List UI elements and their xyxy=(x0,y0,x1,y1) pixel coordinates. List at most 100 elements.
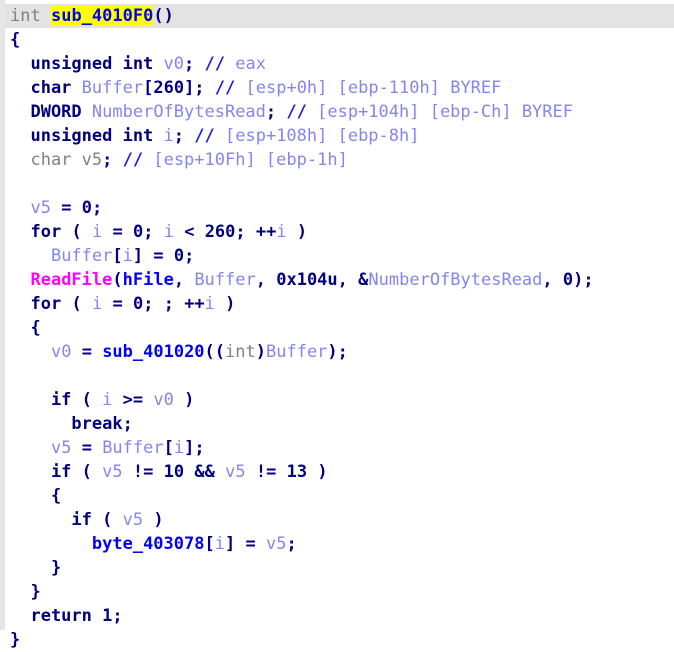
code-punctuation: ; xyxy=(91,198,103,218)
code-line[interactable]: DWORD NumberOfBytesRead; // [esp+104h] [… xyxy=(0,100,674,124)
code-punctuation: , xyxy=(173,270,185,290)
code-punctuation: = xyxy=(153,246,164,266)
code-punctuation: , xyxy=(337,270,348,290)
code-local-variable[interactable]: v5 xyxy=(102,462,122,482)
code-punctuation: ) xyxy=(225,294,236,314)
code-line[interactable]: return 1; xyxy=(0,604,674,628)
code-local-variable[interactable]: i xyxy=(215,534,225,554)
code-local-variable[interactable]: v0 xyxy=(153,390,173,410)
code-local-variable[interactable]: i xyxy=(123,246,133,266)
code-line[interactable]: { xyxy=(0,484,674,508)
code-local-variable[interactable]: i xyxy=(92,294,102,314)
code-line[interactable]: Buffer[i] = 0; xyxy=(0,244,674,268)
code-keyword: char xyxy=(10,78,72,98)
code-punctuation: = xyxy=(112,294,123,314)
code-punctuation: , xyxy=(255,270,266,290)
code-local-variable[interactable]: i xyxy=(205,294,215,314)
code-line[interactable]: if ( i >= v0 ) xyxy=(0,388,674,412)
code-line-current[interactable]: int sub_4010F0() xyxy=(0,4,674,28)
code-punctuation: ; xyxy=(112,606,123,626)
code-function-name[interactable]: sub_401020 xyxy=(102,342,204,362)
code-global-variable[interactable]: byte_403078 xyxy=(92,534,205,554)
code-line[interactable]: char v5; // [esp+10Fh] [ebp-1h] xyxy=(0,148,674,172)
code-local-variable[interactable]: v5 xyxy=(51,438,71,458)
code-line[interactable]: char Buffer[260]; // [esp+0h] [ebp-110h]… xyxy=(0,76,674,100)
pseudocode-view[interactable]: int sub_4010F0(){ unsigned int v0; // ea… xyxy=(0,0,674,650)
code-line[interactable]: unsigned int i; // [esp+108h] [ebp-8h] xyxy=(0,124,674,148)
code-local-variable[interactable]: NumberOfBytesRead xyxy=(368,270,542,290)
code-line[interactable]: unsigned int v0; // eax xyxy=(0,52,674,76)
code-punctuation: ); xyxy=(573,270,594,290)
code-line[interactable]: ReadFile(hFile, Buffer, 0x104u, &NumberO… xyxy=(0,268,674,292)
pseudocode-code-area[interactable]: int sub_4010F0(){ unsigned int v0; // ea… xyxy=(0,0,674,650)
code-line[interactable]: } xyxy=(0,628,674,652)
code-local-variable[interactable]: i xyxy=(174,438,184,458)
code-line[interactable]: for ( i = 0; i < 260; ++i ) xyxy=(0,220,674,244)
code-punctuation: ; xyxy=(286,534,297,554)
code-local-variable[interactable]: i xyxy=(164,222,174,242)
code-line[interactable]: byte_403078[i] = v5; xyxy=(0,532,674,556)
code-local-variable[interactable]: Buffer xyxy=(266,342,327,362)
code-local-variable[interactable]: v5 xyxy=(266,534,286,554)
code-local-variable[interactable]: Buffer xyxy=(194,270,255,290)
code-line[interactable]: v5 = 0; xyxy=(0,196,674,220)
code-local-variable[interactable]: i xyxy=(92,222,102,242)
code-local-variable[interactable]: i xyxy=(102,390,112,410)
code-local-variable[interactable]: v5 xyxy=(30,198,50,218)
code-punctuation: ]; xyxy=(184,438,205,458)
code-local-variable[interactable]: v5 xyxy=(123,510,143,530)
code-local-variable[interactable]: Buffer xyxy=(102,438,163,458)
code-imported-function[interactable]: ReadFile xyxy=(30,270,112,290)
code-punctuation: != xyxy=(132,462,154,482)
code-local-variable[interactable]: Buffer xyxy=(82,78,143,98)
code-line[interactable]: } xyxy=(0,580,674,604)
code-global-variable[interactable]: hFile xyxy=(123,270,174,290)
code-punctuation: >= xyxy=(122,390,144,410)
code-line[interactable]: v0 = sub_401020((int)Buffer); xyxy=(0,340,674,364)
code-local-variable[interactable]: NumberOfBytesRead xyxy=(92,102,266,122)
code-local-variable[interactable]: i xyxy=(276,222,286,242)
code-punctuation: ) xyxy=(296,222,308,242)
code-line[interactable]: break; xyxy=(0,412,674,436)
code-local-variable[interactable]: v5 xyxy=(225,462,245,482)
code-line[interactable]: } xyxy=(0,556,674,580)
code-number: 0 xyxy=(173,246,185,266)
code-local-variable[interactable]: Buffer xyxy=(51,246,112,266)
code-local-variable[interactable]: v0 xyxy=(51,342,71,362)
code-function-name[interactable]: sub_4010F0 xyxy=(50,6,154,26)
code-line[interactable]: v5 = Buffer[i]; xyxy=(0,436,674,460)
code-line[interactable]: if ( v5 != 10 && v5 != 13 ) xyxy=(0,460,674,484)
code-line[interactable]: for ( i = 0; ; ++i ) xyxy=(0,292,674,316)
code-punctuation: ( xyxy=(81,462,92,482)
code-punctuation: [ xyxy=(112,246,123,266)
code-number: 260 xyxy=(204,222,236,242)
code-punctuation: = xyxy=(245,534,256,554)
code-line[interactable] xyxy=(0,172,674,196)
code-line[interactable]: if ( v5 ) xyxy=(0,508,674,532)
code-punctuation: ; xyxy=(184,246,195,266)
code-punctuation: ) xyxy=(255,342,266,362)
code-comment-marker: // xyxy=(204,54,226,74)
code-local-variable[interactable]: i xyxy=(164,126,174,146)
code-line[interactable] xyxy=(0,364,674,388)
code-punctuation: ; xyxy=(163,294,174,314)
code-local-variable[interactable]: v0 xyxy=(164,54,184,74)
code-line[interactable]: { xyxy=(0,28,674,52)
code-comment: [esp+108h] [ebp-8h] xyxy=(214,126,420,146)
code-line[interactable]: { xyxy=(0,316,674,340)
